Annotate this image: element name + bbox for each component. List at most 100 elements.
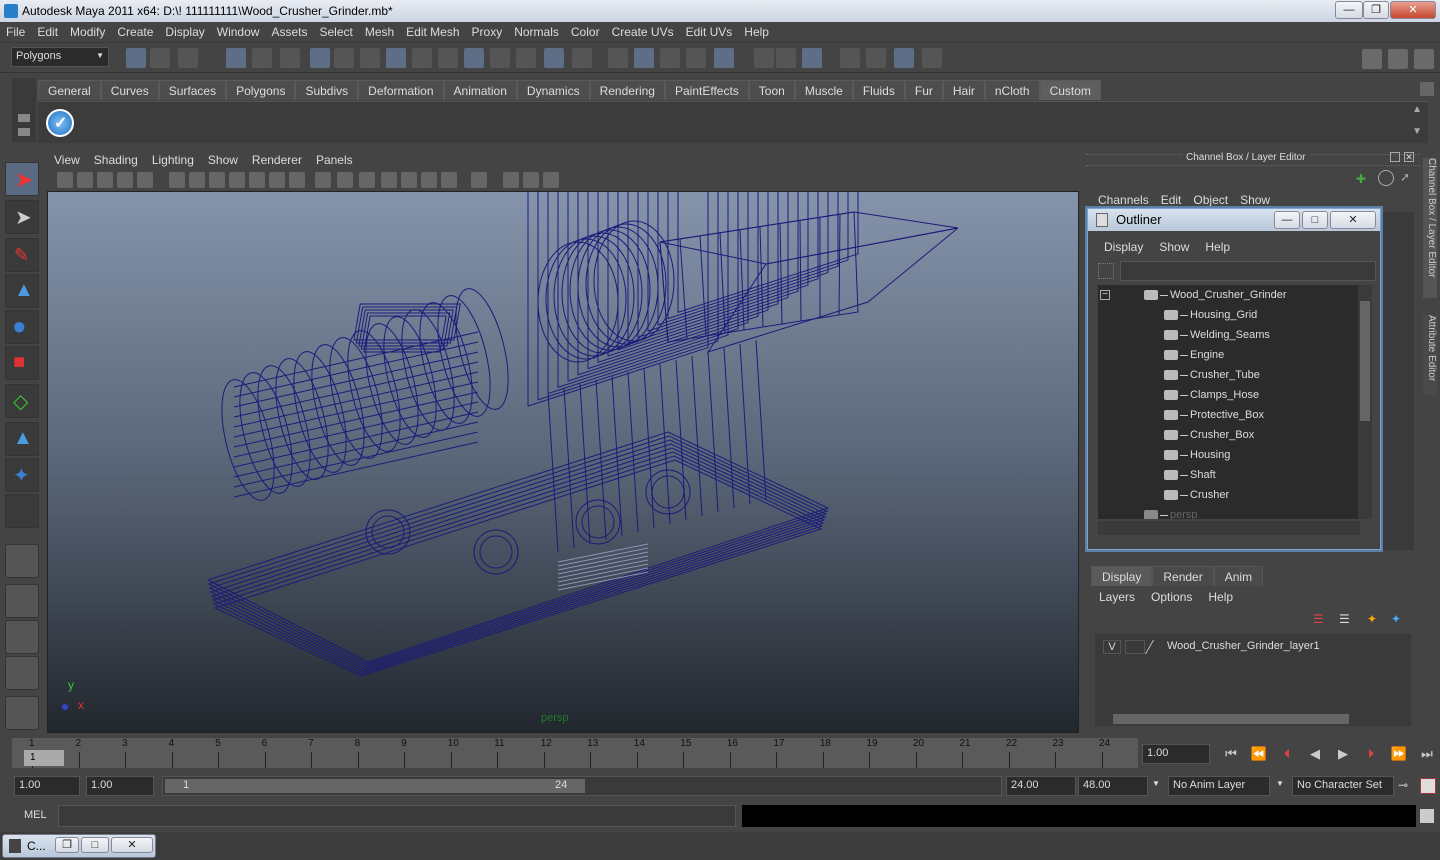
status-tool-icon[interactable] <box>776 48 796 68</box>
character-set-field[interactable]: No Character Set <box>1292 776 1394 796</box>
side-tab-channel-box[interactable]: Channel Box / Layer Editor <box>1423 158 1437 298</box>
viewport-tool-icon[interactable] <box>169 172 185 188</box>
close-button[interactable]: ✕ <box>111 837 153 853</box>
axis-icon[interactable]: ✚ <box>1356 172 1370 186</box>
outliner-item-root[interactable]: Wood_Crusher_Grinder <box>1098 285 1358 305</box>
current-time-field[interactable]: 1.00 <box>1142 744 1210 764</box>
check-icon[interactable]: ✓ <box>46 109 74 137</box>
command-input[interactable] <box>58 805 736 827</box>
maximize-button[interactable]: □ <box>81 837 109 853</box>
outliner-vscroll-thumb[interactable] <box>1360 301 1370 421</box>
shelf-tab-dynamics[interactable]: Dynamics <box>516 80 590 100</box>
menu-assets[interactable]: Assets <box>265 22 313 43</box>
layer-row[interactable]: V Wood_Crusher_Grinder_layer1 <box>1099 638 1399 656</box>
viewport-tool-icon[interactable] <box>77 172 93 188</box>
viewport-tool-icon[interactable] <box>523 172 539 188</box>
close-window-button[interactable]: ✕ <box>1390 1 1436 19</box>
shelf-tab-subdivs[interactable]: Subdivs <box>295 80 359 100</box>
rotate-tool-icon[interactable]: ● <box>5 310 39 344</box>
anim-prefs-icon[interactable] <box>1420 778 1436 794</box>
status-tool-icon[interactable] <box>252 48 272 68</box>
minimized-window[interactable]: C... ❐ □ ✕ <box>2 834 156 858</box>
restore-button[interactable]: ❐ <box>55 837 79 853</box>
outliner-item-crusher[interactable]: Crusher <box>1098 485 1358 505</box>
status-tool-icon[interactable] <box>126 48 146 68</box>
shelf-tab-curves[interactable]: Curves <box>100 80 159 100</box>
step-back-frame-icon[interactable]: ⏴ <box>1276 746 1298 764</box>
shelf-tab-toon[interactable]: Toon <box>748 80 795 100</box>
viewport-tool-icon[interactable] <box>543 172 559 188</box>
trash-icon[interactable] <box>1420 82 1434 96</box>
status-tool-icon[interactable] <box>634 48 654 68</box>
viewport-tool-icon[interactable] <box>289 172 305 188</box>
show-hide-attribute-editor-icon[interactable] <box>1362 49 1382 69</box>
float-panel-icon[interactable] <box>1390 152 1400 162</box>
persp-graph-layout-icon[interactable] <box>5 656 39 690</box>
shelf-tab-hair[interactable]: Hair <box>942 80 985 100</box>
status-tool-icon[interactable] <box>464 48 484 68</box>
viewport-tool-icon[interactable] <box>57 172 73 188</box>
viewport-tool-icon[interactable] <box>117 172 133 188</box>
menu-edit-uvs[interactable]: Edit UVs <box>680 22 739 43</box>
start-time-field[interactable]: 1.00 <box>14 776 80 796</box>
viewport-tool-icon[interactable] <box>209 172 225 188</box>
status-tool-icon[interactable] <box>922 48 942 68</box>
empty-tool-slot[interactable] <box>5 494 39 528</box>
select-tool-icon[interactable]: ➤ <box>5 162 39 196</box>
menu-normals[interactable]: Normals <box>508 22 565 43</box>
status-tool-icon[interactable] <box>386 48 406 68</box>
viewport-tool-icon[interactable] <box>441 172 457 188</box>
playback-start-field[interactable]: 1.00 <box>86 776 154 796</box>
layer-hscroll-thumb[interactable] <box>1113 714 1349 724</box>
shelf-menu-icon[interactable] <box>18 114 30 122</box>
layer-visibility-toggle[interactable]: V <box>1103 640 1121 654</box>
outliner-minimize-button[interactable]: — <box>1274 211 1300 229</box>
layer-tab-display[interactable]: Display <box>1091 566 1153 586</box>
side-tab-attribute-editor[interactable]: Attribute Editor <box>1423 315 1437 395</box>
viewport-tool-icon[interactable] <box>401 172 417 188</box>
move-tool-icon[interactable]: ▲ <box>5 274 39 308</box>
menu-file[interactable]: File <box>0 22 31 43</box>
outliner-vscrollbar[interactable] <box>1358 285 1372 519</box>
viewport-menu-renderer[interactable]: Renderer <box>245 150 309 170</box>
lasso-tool-icon[interactable]: ➤ <box>5 200 39 234</box>
outliner-close-button[interactable]: ✕ <box>1330 211 1376 229</box>
anim-layer-field[interactable]: No Anim Layer <box>1168 776 1270 796</box>
status-tool-icon[interactable] <box>802 48 822 68</box>
soft-mod-tool-icon[interactable]: ▲ <box>5 422 39 456</box>
channel-menu-object[interactable]: Object <box>1187 193 1234 207</box>
end-time-field[interactable]: 48.00 <box>1078 776 1148 796</box>
outliner-item-clamps-hose[interactable]: Clamps_Hose <box>1098 385 1358 405</box>
shelf-tab-polygons[interactable]: Polygons <box>226 80 296 100</box>
outliner-item-welding-seams[interactable]: Welding_Seams <box>1098 325 1358 345</box>
viewport-tool-icon[interactable] <box>137 172 153 188</box>
outliner-item-housing-grid[interactable]: Housing_Grid <box>1098 305 1358 325</box>
show-hide-tool-settings-icon[interactable] <box>1388 49 1408 69</box>
script-editor-icon[interactable] <box>1420 809 1434 823</box>
layer-hscrollbar[interactable] <box>1095 712 1411 726</box>
menu-edit-mesh[interactable]: Edit Mesh <box>400 22 465 43</box>
status-tool-icon[interactable] <box>686 48 706 68</box>
go-to-end-icon[interactable]: ⏭ <box>1416 746 1438 764</box>
outliner-titlebar[interactable]: Outliner — □ ✕ <box>1088 209 1380 231</box>
viewport-tool-icon[interactable] <box>359 172 375 188</box>
viewport-tool-icon[interactable] <box>189 172 205 188</box>
viewport-tool-icon[interactable] <box>315 172 331 188</box>
status-tool-icon[interactable] <box>608 48 628 68</box>
single-perspective-layout-icon[interactable] <box>5 544 39 578</box>
status-tool-icon[interactable] <box>280 48 300 68</box>
menu-mesh[interactable]: Mesh <box>359 22 400 43</box>
layer-menu-help[interactable]: Help <box>1200 590 1241 604</box>
step-forward-frame-icon[interactable]: ⏵ <box>1360 746 1382 764</box>
shelf-tab-fur[interactable]: Fur <box>904 80 943 100</box>
shelf-tab-rendering[interactable]: Rendering <box>589 80 665 100</box>
status-tool-icon[interactable] <box>660 48 680 68</box>
status-tool-icon[interactable] <box>310 48 330 68</box>
outliner-menu-display[interactable]: Display <box>1096 240 1151 254</box>
viewport-tool-icon[interactable] <box>97 172 113 188</box>
menu-create[interactable]: Create <box>111 22 159 43</box>
menu-set-dropdown[interactable]: Polygons ▼ <box>11 47 109 67</box>
shelf-tab-fluids[interactable]: Fluids <box>852 80 905 100</box>
shelf-tab-painteffects[interactable]: PaintEffects <box>664 80 749 100</box>
new-layer-icon[interactable]: ✦ <box>1367 612 1385 628</box>
